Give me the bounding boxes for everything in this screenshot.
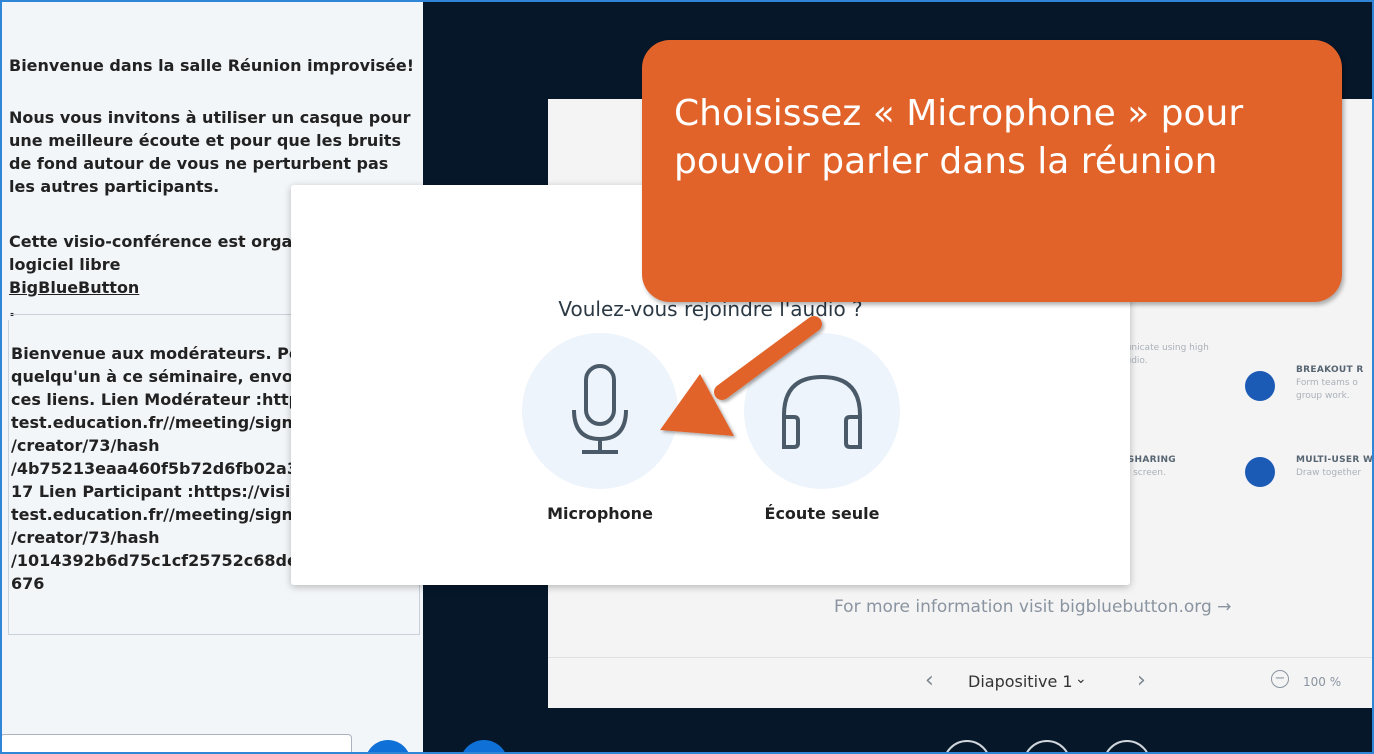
- headphones-icon: [782, 374, 862, 449]
- zoom-level: 100 %: [1303, 675, 1342, 689]
- partial-feature-text: nunicate using high audio.: [1120, 342, 1209, 368]
- room-name: Réunion improvisée: [227, 56, 407, 75]
- listen-only-option-circle[interactable]: [744, 333, 900, 489]
- microphone-option-circle[interactable]: [522, 333, 678, 489]
- app-frame: Bienvenue dans la salle Réunion improvis…: [0, 0, 1374, 754]
- feature-title: BREAKOUT R: [1296, 365, 1364, 375]
- microphone-label: Microphone: [547, 504, 653, 523]
- actions-button[interactable]: [460, 740, 508, 752]
- chevron-down-icon[interactable]: ⌄: [1075, 671, 1087, 687]
- microphone-option[interactable]: Microphone: [522, 333, 678, 523]
- screen-share-button[interactable]: [1103, 740, 1151, 752]
- listen-only-label: Écoute seule: [764, 504, 880, 523]
- send-message-button[interactable]: [365, 740, 411, 752]
- feature-desc: group work.: [1296, 391, 1350, 401]
- welcome-message: Bienvenue dans la salle Réunion improvis…: [9, 54, 419, 77]
- slide-toolbar: [548, 657, 1372, 708]
- partial-feature-line-1: nunicate using high: [1120, 343, 1209, 353]
- feature-desc: Draw together: [1296, 468, 1362, 478]
- slide-selector[interactable]: Diapositive 1: [968, 672, 1073, 691]
- chat-message-input[interactable]: [2, 734, 352, 752]
- welcome-prefix: Bienvenue dans la salle: [9, 56, 228, 75]
- callout-text: Choisissez « Microphone » pour pouvoir p…: [674, 93, 1244, 182]
- breakout-icon: [1245, 371, 1275, 401]
- previous-slide-button[interactable]: ‹: [925, 668, 934, 693]
- instruction-callout: Choisissez « Microphone » pour pouvoir p…: [642, 40, 1342, 302]
- feature-title: MULTI-USER W: [1296, 455, 1374, 465]
- next-slide-button[interactable]: ›: [1137, 668, 1146, 693]
- more-info-link[interactable]: For more information visit bigbluebutton…: [834, 597, 1231, 617]
- whiteboard-icon: [1245, 457, 1275, 487]
- microphone-icon: [572, 364, 628, 454]
- share-webcam-button[interactable]: [1023, 740, 1071, 752]
- feature-desc: Form teams o: [1296, 378, 1358, 388]
- join-audio-button[interactable]: [943, 740, 991, 752]
- feature-breakout: BREAKOUT R Form teams o group work.: [1296, 364, 1364, 403]
- listen-only-option[interactable]: Écoute seule: [744, 333, 900, 523]
- welcome-suffix: !: [406, 56, 415, 75]
- partial-feature-line-2: audio.: [1120, 356, 1148, 366]
- zoom-out-icon[interactable]: −: [1271, 670, 1289, 688]
- feature-multi-user: MULTI-USER W Draw together: [1296, 454, 1374, 480]
